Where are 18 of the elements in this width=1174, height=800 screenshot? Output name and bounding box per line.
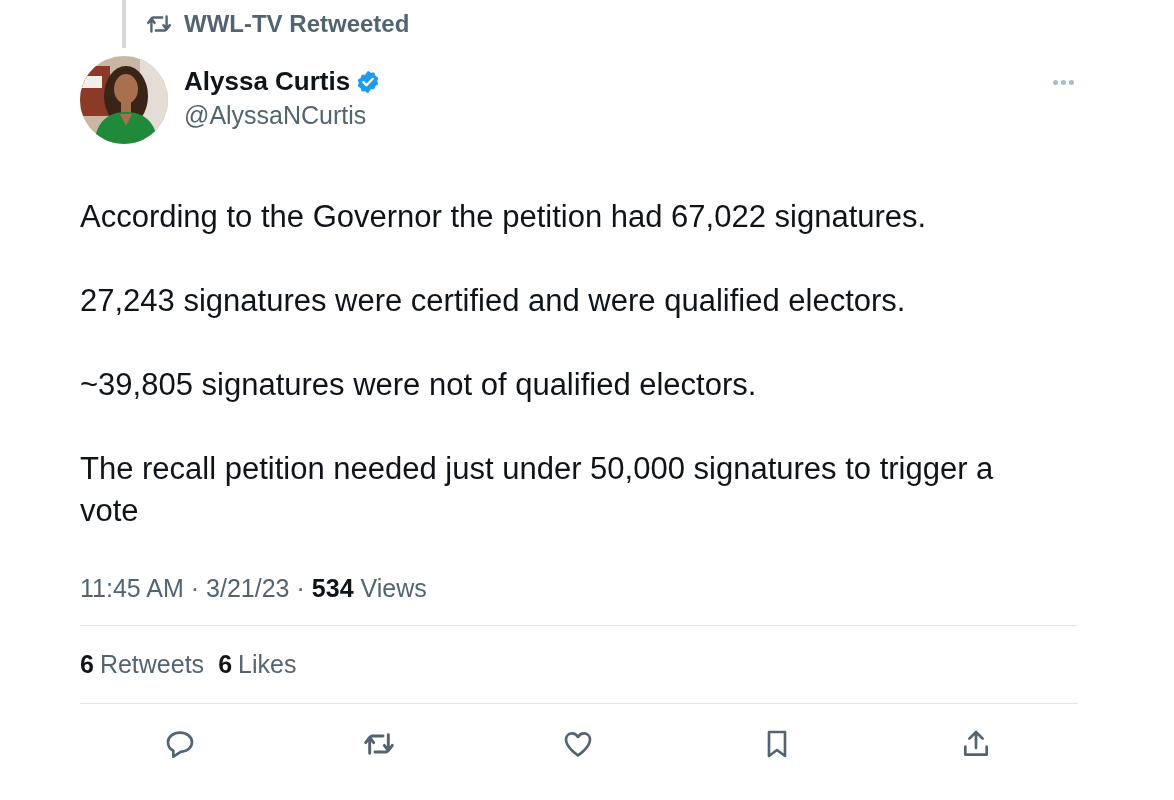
stat-count[interactable]: 6 — [80, 650, 94, 679]
author-handle[interactable]: @AlyssaNCurtis — [184, 101, 1053, 130]
stat-label[interactable]: Likes — [238, 650, 297, 679]
tweet-paragraph: ~39,805 signatures were not of qualified electors. — [80, 366, 758, 404]
meta-text: Views — [360, 574, 427, 603]
reply-icon[interactable] — [164, 728, 196, 760]
meta-text: · — [296, 574, 305, 603]
tweet-paragraph: The recall petition needed just under 50,000 signatures to trigger a vote — [80, 450, 995, 530]
view-count: 534 — [311, 574, 354, 603]
meta-text: · — [190, 574, 200, 603]
tweet-paragraph: According to the Governor the petition had 67,022 signatures. — [80, 198, 928, 236]
meta-text: 3/21/23 — [206, 574, 290, 603]
stat-label[interactable]: Retweets — [99, 650, 205, 679]
tweet-paragraph: 27,243 signatures were certified and were qualified electors. — [80, 282, 907, 320]
retweeted-by-label[interactable]: WWL-TV Retweeted — [184, 10, 410, 38]
author-name[interactable]: Alyssa Curtis — [184, 66, 351, 97]
meta-text: 11:45 AM — [80, 574, 184, 603]
stat-count[interactable]: 6 — [218, 650, 233, 679]
